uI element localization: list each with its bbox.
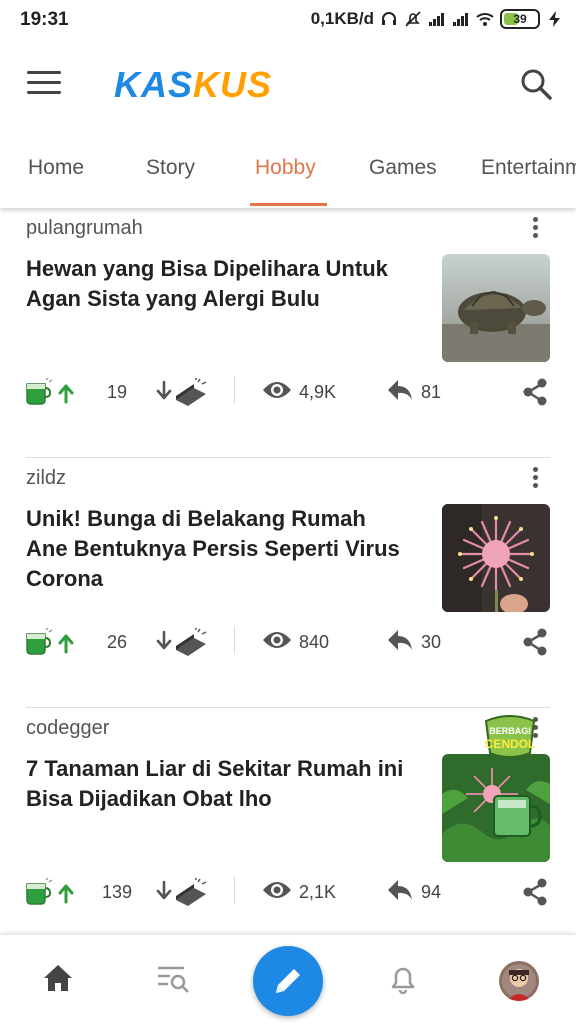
kaskus-logo[interactable]: KASKUS — [114, 64, 272, 106]
thread-thumbnail[interactable] — [442, 254, 550, 362]
share-icon[interactable] — [521, 378, 549, 406]
charging-icon — [549, 11, 560, 27]
search-icon[interactable] — [518, 66, 554, 102]
more-options-icon[interactable] — [530, 217, 540, 241]
more-options-icon[interactable] — [530, 467, 540, 491]
status-icons: 0,1KB/d 39 — [311, 9, 564, 29]
search-list-icon[interactable] — [156, 963, 190, 995]
tab-entertainment[interactable]: Entertainm — [481, 156, 576, 180]
tab-hobby[interactable]: Hobby — [255, 156, 316, 180]
headset-icon — [382, 12, 396, 25]
create-thread-button[interactable] — [253, 946, 323, 1016]
eye-icon — [263, 882, 291, 898]
thread-actions: 139 2,1K 94 — [0, 870, 576, 912]
battery-level: 39 — [513, 12, 527, 26]
status-bar: 19:31 0,1KB/d 39 — [0, 0, 576, 42]
category-tabs: Home Story Hobby Games Entertainm — [0, 140, 576, 208]
cendol-count: 19 — [106, 382, 128, 402]
battery-icon: 39 — [500, 9, 540, 29]
divider — [234, 376, 235, 404]
reply-icon[interactable] — [386, 628, 414, 652]
thread-card[interactable]: pulangrumah Hewan yang Bisa Dipelihara U… — [0, 208, 576, 458]
tortoise-photo — [442, 254, 550, 362]
share-icon[interactable] — [521, 878, 549, 906]
cendol-upvote-icon[interactable] — [24, 378, 80, 406]
divider — [234, 876, 235, 904]
share-icon[interactable] — [521, 628, 549, 656]
bata-downvote-icon[interactable] — [156, 378, 212, 406]
thread-author[interactable]: codegger — [26, 717, 109, 740]
tab-story[interactable]: Story — [146, 156, 195, 180]
view-count: 2,1K — [299, 882, 337, 902]
avatar[interactable] — [499, 961, 539, 1001]
reply-count: 30 — [421, 632, 442, 652]
reply-icon[interactable] — [386, 878, 414, 902]
thread-thumbnail[interactable] — [442, 504, 550, 612]
active-tab-indicator — [250, 203, 327, 206]
bata-downvote-icon[interactable] — [156, 878, 212, 906]
berbagi-cendol-promo — [442, 754, 550, 862]
bell-icon[interactable] — [389, 963, 417, 995]
thread-thumbnail[interactable] — [442, 754, 550, 862]
tab-games[interactable]: Games — [369, 156, 437, 180]
thread-title[interactable]: Unik! Bunga di Belakang Rumah Ane Bentuk… — [26, 504, 406, 594]
network-speed: 0,1KB/d — [310, 9, 374, 28]
thread-card[interactable]: zildz Unik! Bunga di Belakang Rumah Ane … — [0, 458, 576, 708]
thread-author[interactable]: pulangrumah — [26, 217, 143, 240]
bata-downvote-icon[interactable] — [156, 628, 212, 656]
cendol-count: 26 — [106, 632, 128, 652]
user-avatar-image — [499, 961, 539, 1001]
home-icon[interactable] — [42, 963, 74, 993]
eye-icon — [263, 632, 291, 648]
thread-actions: 19 4,9K 81 — [0, 370, 576, 412]
pencil-icon — [276, 969, 300, 993]
wifi-icon — [476, 13, 494, 26]
tab-home[interactable]: Home — [28, 156, 84, 180]
hamburger-menu-icon[interactable] — [27, 71, 61, 97]
view-count: 4,9K — [299, 382, 337, 402]
cendol-upvote-icon[interactable] — [24, 878, 80, 906]
eye-icon — [263, 382, 291, 398]
pink-flower-photo — [442, 504, 550, 612]
berbagi-cendol-badge[interactable]: BERBAGI CENDOL — [482, 713, 538, 759]
silent-icon — [405, 11, 421, 27]
divider — [234, 626, 235, 654]
thread-actions: 26 840 30 — [0, 620, 576, 662]
badge-line2: CENDOL — [485, 737, 536, 751]
bottom-navigation — [0, 935, 576, 1024]
status-time: 19:31 — [20, 9, 69, 30]
thread-title[interactable]: 7 Tanaman Liar di Sekitar Rumah ini Bisa… — [26, 754, 406, 814]
reply-count: 81 — [421, 382, 442, 402]
reply-count: 94 — [421, 882, 442, 902]
thread-feed: pulangrumah Hewan yang Bisa Dipelihara U… — [0, 208, 576, 958]
cendol-count: 139 — [101, 882, 133, 902]
badge-line1: BERBAGI — [489, 726, 531, 736]
thread-title[interactable]: Hewan yang Bisa Dipelihara Untuk Agan Si… — [26, 254, 406, 314]
app-header: KASKUS — [0, 42, 576, 128]
cendol-upvote-icon[interactable] — [24, 628, 80, 656]
thread-author[interactable]: zildz — [26, 467, 66, 490]
signal-icon — [453, 13, 468, 26]
view-count: 840 — [299, 632, 330, 652]
signal-icon — [429, 13, 444, 26]
reply-icon[interactable] — [386, 378, 414, 402]
